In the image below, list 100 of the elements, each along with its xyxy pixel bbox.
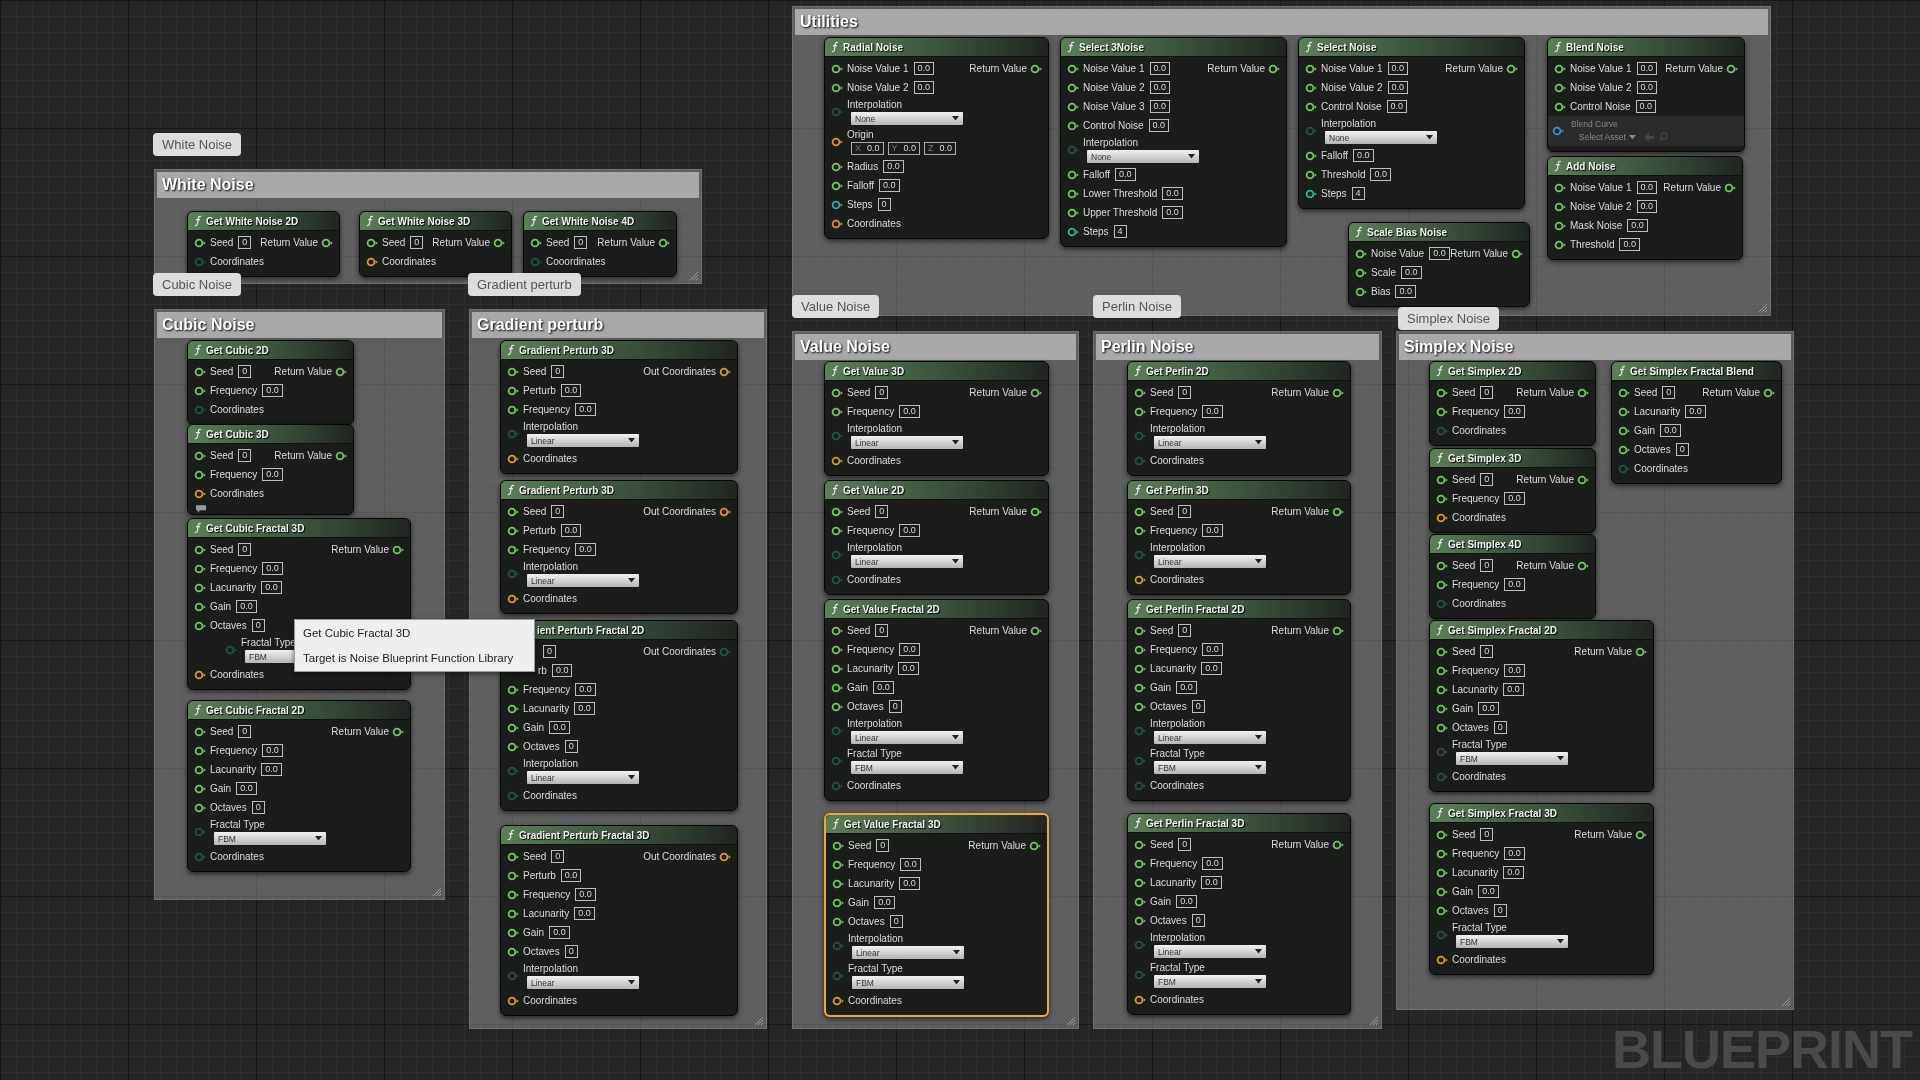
value-field[interactable]: 0 bbox=[551, 365, 565, 378]
value-field[interactable]: 0 bbox=[875, 624, 889, 637]
value-field[interactable]: 0 bbox=[875, 505, 889, 518]
value-field[interactable]: 0 bbox=[877, 198, 891, 211]
value-field[interactable]: 0.0 bbox=[560, 384, 582, 397]
dropdown[interactable]: Linear bbox=[1154, 731, 1266, 744]
value-field[interactable]: 0.0 bbox=[1202, 524, 1223, 537]
value-field[interactable]: 0.0 bbox=[1636, 81, 1658, 94]
comment-bubble[interactable]: Perlin Noise bbox=[1093, 295, 1182, 318]
value-field[interactable]: 0.0 bbox=[1478, 885, 1499, 898]
value-field[interactable]: 0.0 bbox=[261, 581, 282, 594]
value-field[interactable]: 0.0 bbox=[1504, 664, 1525, 677]
value-field[interactable]: 0.0 bbox=[1503, 866, 1524, 879]
value-field[interactable]: 0 bbox=[238, 725, 252, 738]
vector-field[interactable]: X 0.0 bbox=[851, 142, 884, 155]
value-field[interactable]: 0.0 bbox=[913, 62, 935, 75]
dropdown[interactable]: Linear bbox=[527, 574, 639, 587]
value-field[interactable]: 0 bbox=[1178, 505, 1192, 518]
value-field[interactable]: 0.0 bbox=[1149, 100, 1171, 113]
comment-bubble[interactable]: Gradient perturb bbox=[468, 273, 581, 296]
value-field[interactable]: 0 bbox=[1480, 645, 1494, 658]
blueprint-node[interactable]: Scale Bias Noise Noise Value 0.0 Return Value Scale 0.0 Bias 0.0 bbox=[1348, 222, 1530, 307]
value-field[interactable]: 0.0 bbox=[1504, 492, 1525, 505]
value-field[interactable]: 0.0 bbox=[1386, 100, 1408, 113]
value-field[interactable]: 0.0 bbox=[1685, 405, 1706, 418]
blueprint-node[interactable]: Get Cubic 2D Seed 0 Return Value Frequency 0.0 Coordinates bbox=[187, 340, 354, 425]
value-field[interactable]: 0.0 bbox=[900, 858, 921, 871]
value-field[interactable]: 0 bbox=[574, 236, 588, 249]
blueprint-node[interactable]: Get Perlin 2D Seed 0 Return Value Frequency 0.0 Interpolation Linear Coordinates bbox=[1127, 361, 1351, 476]
dropdown[interactable]: Linear bbox=[851, 436, 963, 449]
value-field[interactable]: 0.0 bbox=[1503, 683, 1524, 696]
value-field[interactable]: 0.0 bbox=[1202, 643, 1223, 656]
value-field[interactable]: 0 bbox=[1480, 828, 1494, 841]
value-field[interactable]: 0.0 bbox=[1162, 206, 1183, 219]
value-field[interactable]: 0.0 bbox=[551, 664, 573, 677]
value-field[interactable]: 0.0 bbox=[883, 160, 904, 173]
value-field[interactable]: 0.0 bbox=[1429, 247, 1450, 260]
comment-bubble[interactable]: Cubic Noise bbox=[153, 273, 242, 296]
value-field[interactable]: 0.0 bbox=[1401, 266, 1422, 279]
blueprint-node[interactable]: Gradient Perturb 3D Seed 0 Out Coordinates Perturb 0.0 Frequency 0.0 Interpolation Linear Coordinates bbox=[500, 340, 738, 474]
blueprint-node[interactable]: Get Simplex Fractal Blend Seed 0 Return Value Lacunarity 0.0 Gain 0.0 Octaves 0 Coordinates bbox=[1611, 361, 1782, 484]
blueprint-node[interactable]: Get Perlin Fractal 3D Seed 0 Return Value Frequency 0.0 Lacunarity 0.0 Gain 0.0 Octaves 0 Interpolation Linear Fractal Type FBM Coordinates bbox=[1127, 813, 1351, 1015]
value-field[interactable]: 0 bbox=[1191, 700, 1205, 713]
value-field[interactable]: 0.0 bbox=[1115, 168, 1136, 181]
value-field[interactable]: 0.0 bbox=[236, 782, 257, 795]
dropdown[interactable]: FBM bbox=[851, 761, 963, 774]
dropdown[interactable]: FBM bbox=[1154, 761, 1266, 774]
value-field[interactable]: 0.0 bbox=[1162, 187, 1183, 200]
value-field[interactable]: 0.0 bbox=[1635, 100, 1657, 113]
blueprint-node[interactable]: Get Simplex 4D Seed 0 Return Value Frequency 0.0 Coordinates bbox=[1429, 534, 1596, 619]
value-field[interactable]: 0.0 bbox=[262, 562, 283, 575]
value-field[interactable]: 0 bbox=[551, 850, 565, 863]
value-field[interactable]: 0.0 bbox=[262, 468, 283, 481]
comment-bubble[interactable]: White Noise bbox=[153, 133, 242, 156]
dropdown[interactable]: FBM bbox=[1154, 975, 1266, 988]
value-field[interactable]: 0.0 bbox=[899, 643, 920, 656]
dropdown[interactable]: Linear bbox=[527, 771, 639, 784]
value-field[interactable]: 0 bbox=[1493, 721, 1507, 734]
value-field[interactable]: 0.0 bbox=[1201, 876, 1222, 889]
value-field[interactable]: 0.0 bbox=[899, 877, 920, 890]
dropdown[interactable]: Linear bbox=[1154, 436, 1266, 449]
blueprint-node[interactable]: Get White Noise 3D Seed 0 Return Value Coordinates bbox=[359, 211, 512, 277]
value-field[interactable]: 0.0 bbox=[1387, 62, 1409, 75]
value-field[interactable]: 0.0 bbox=[899, 524, 920, 537]
vector-field[interactable]: Y 0.0 bbox=[887, 142, 921, 155]
value-field[interactable]: 0.0 bbox=[1202, 857, 1223, 870]
value-field[interactable]: 0.0 bbox=[261, 763, 282, 776]
blueprint-node[interactable]: Get Simplex Fractal 3D Seed 0 Return Value Frequency 0.0 Lacunarity 0.0 Gain 0.0 Octaves 0 Fractal Type FBM Coordinates bbox=[1429, 803, 1654, 975]
value-field[interactable]: 0.0 bbox=[574, 702, 595, 715]
dropdown[interactable]: FBM bbox=[852, 976, 964, 989]
blueprint-node[interactable]: Get Perlin Fractal 2D Seed 0 Return Value Frequency 0.0 Lacunarity 0.0 Gain 0.0 Octaves 0 Interpolation Linear Fractal Type FBM Coordinates bbox=[1127, 599, 1351, 801]
value-field[interactable]: 0 bbox=[1178, 624, 1192, 637]
dropdown[interactable]: Linear bbox=[851, 731, 963, 744]
value-field[interactable]: 0.0 bbox=[1387, 81, 1409, 94]
value-field[interactable]: 0.0 bbox=[262, 384, 283, 397]
blueprint-node[interactable]: Get Simplex 2D Seed 0 Return Value Frequency 0.0 Coordinates bbox=[1429, 361, 1596, 446]
value-field[interactable]: 0 bbox=[1480, 473, 1494, 486]
value-field[interactable]: 0.0 bbox=[549, 926, 570, 939]
value-field[interactable]: 0 bbox=[238, 365, 252, 378]
value-field[interactable]: 0.0 bbox=[1660, 424, 1681, 437]
value-field[interactable]: 0 bbox=[543, 645, 556, 658]
value-field[interactable]: 0.0 bbox=[874, 896, 895, 909]
value-field[interactable]: 0.0 bbox=[236, 600, 257, 613]
value-field[interactable]: 0.0 bbox=[575, 888, 596, 901]
value-field[interactable]: 0.0 bbox=[1504, 847, 1525, 860]
blueprint-node[interactable]: Get Simplex 3D Seed 0 Return Value Frequency 0.0 Coordinates bbox=[1429, 448, 1596, 533]
dropdown[interactable]: FBM bbox=[214, 832, 326, 845]
dropdown[interactable]: Linear bbox=[1154, 945, 1266, 958]
value-field[interactable]: 0 bbox=[238, 236, 252, 249]
value-field[interactable]: 0.0 bbox=[1627, 219, 1648, 232]
value-field[interactable]: 0 bbox=[564, 740, 578, 753]
blueprint-node[interactable]: Gradient Perturb Fractal 3D Seed 0 Out Coordinates Perturb 0.0 Frequency 0.0 Lacunarity 0.0 Gain 0.0 Octaves 0 Interpolation Linear Coordinates bbox=[500, 825, 738, 1016]
value-field[interactable]: 0 bbox=[1675, 443, 1689, 456]
value-field[interactable]: 0.0 bbox=[1176, 681, 1197, 694]
blueprint-node[interactable]: Gradient Perturb 3D Seed 0 Out Coordinates Perturb 0.0 Frequency 0.0 Interpolation Linear Coordinates bbox=[500, 480, 738, 614]
dropdown[interactable]: FBM bbox=[1456, 935, 1568, 948]
value-field[interactable]: 0.0 bbox=[1636, 62, 1658, 75]
value-field[interactable]: 0.0 bbox=[560, 869, 582, 882]
value-field[interactable]: 0 bbox=[410, 236, 424, 249]
value-field[interactable]: 0 bbox=[564, 945, 578, 958]
